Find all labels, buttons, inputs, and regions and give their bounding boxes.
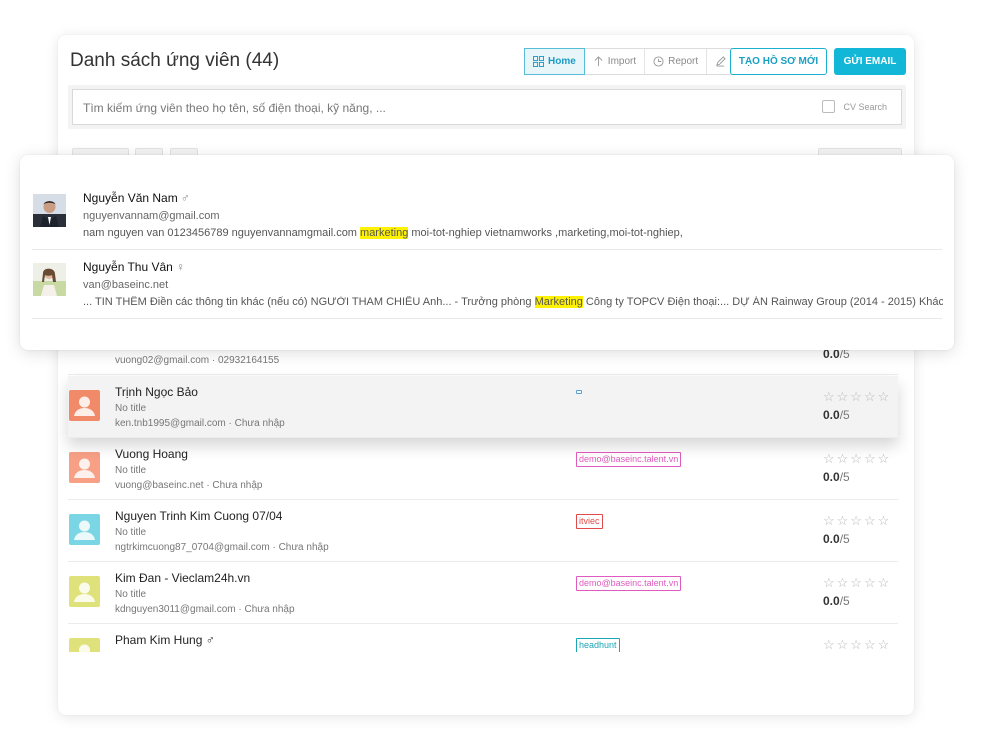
candidate-score: 0.0/5 — [823, 470, 850, 484]
search-placeholder: Tìm kiếm ứng viên theo họ tên, số điện t… — [83, 101, 386, 115]
candidate-title: No title — [115, 589, 147, 600]
rating-stars[interactable]: ☆☆☆☆☆ — [823, 451, 891, 467]
suggestion-name: Nguyễn Văn Nam ♂ — [83, 191, 190, 205]
search-suggestions-dropdown: Nguyễn Văn Nam ♂ nguyenvannam@gmail.com n… — [20, 155, 954, 350]
page-title: Danh sách ứng viên (44) — [70, 50, 280, 71]
avatar — [33, 194, 66, 227]
candidate-contact: kdnguyen3011@gmail.com · Chưa nhập — [115, 604, 295, 615]
pencil-icon — [716, 56, 726, 67]
source-tag: demo@baseinc.talent.vn — [576, 452, 682, 467]
avatar — [69, 514, 100, 545]
male-icon: ♂ — [180, 191, 190, 205]
table-row[interactable]: Vuong Hoang No title vuong@baseinc.net ·… — [68, 438, 898, 500]
avatar — [33, 263, 66, 296]
rating-stars[interactable]: ☆☆☆☆☆ — [823, 575, 891, 591]
report-label: Report — [668, 56, 699, 67]
table-row[interactable]: Kim Đan - Vieclam24h.vn No title kdnguye… — [68, 562, 898, 624]
candidate-name[interactable]: Kim Đan - Vieclam24h.vn — [115, 571, 250, 585]
avatar — [69, 576, 100, 607]
rating-stars[interactable]: ☆☆☆☆☆ — [823, 637, 891, 652]
suggestion-email: van@baseinc.net — [83, 279, 169, 291]
suggestion-name: Nguyễn Thu Vân ♀ — [83, 260, 185, 274]
candidate-contact: ken.tnb1995@gmail.com · Chưa nhập — [115, 418, 285, 429]
candidate-name[interactable]: Trịnh Ngọc Bảo — [115, 385, 198, 399]
female-icon: ♀ — [175, 260, 185, 274]
search-highlight: marketing — [360, 227, 409, 239]
candidate-title: No title — [115, 527, 147, 538]
avatar — [69, 638, 100, 652]
suggestion-snippet: ... TIN THÊM Điền các thông tin khác (nế… — [83, 296, 943, 308]
suggestion-email: nguyenvannam@gmail.com — [83, 210, 220, 222]
report-button[interactable]: Report — [645, 49, 708, 74]
search-bar: Tìm kiếm ứng viên theo họ tên, số điện t… — [68, 85, 906, 129]
source-tag: headhunt — [576, 638, 620, 652]
view-toolbar: Home Import Report — [524, 48, 736, 75]
source-tag: demo@baseinc.talent.vn — [576, 576, 682, 591]
candidate-name[interactable]: Nguyen Trinh Kim Cuong 07/04 — [115, 509, 282, 523]
table-row[interactable]: Nguyen Trinh Kim Cuong 07/04 No title ng… — [68, 500, 898, 562]
candidate-title: No title — [115, 403, 147, 414]
rating-stars[interactable]: ☆☆☆☆☆ — [823, 513, 891, 529]
search-highlight: Marketing — [534, 296, 583, 308]
create-profile-button[interactable]: TẠO HỒ SƠ MỚI — [730, 48, 827, 75]
table-row[interactable]: Pham Kim Hung ♂ headhunt ☆☆☆☆☆ — [68, 624, 898, 652]
import-label: Import — [607, 56, 637, 67]
cv-search-label: CV Search — [843, 102, 887, 112]
source-tag — [576, 390, 582, 394]
candidate-name[interactable]: Pham Kim Hung ♂ — [115, 633, 215, 647]
candidate-score: 0.0/5 — [823, 594, 850, 608]
cv-search-checkbox[interactable] — [822, 100, 835, 113]
import-button[interactable]: Import — [585, 49, 646, 74]
rating-stars[interactable]: ☆☆☆☆☆ — [823, 389, 891, 405]
candidate-list-panel: Danh sách ứng viên (44) Home Import Repo… — [58, 35, 914, 715]
grid-icon — [533, 56, 544, 67]
suggestion-item[interactable]: Nguyễn Văn Nam ♂ nguyenvannam@gmail.com n… — [32, 181, 942, 250]
candidate-score: 0.0/5 — [823, 408, 850, 422]
avatar — [69, 390, 100, 421]
candidate-title: No title — [115, 465, 147, 476]
source-tag: itviec — [576, 514, 603, 529]
home-label: Home — [548, 56, 576, 67]
send-email-button[interactable]: GỬI EMAIL — [834, 48, 906, 75]
candidate-contact: vuong02@gmail.com · 02932164155 — [115, 355, 280, 366]
clock-icon — [653, 56, 664, 67]
candidate-score: 0.0/5 — [823, 532, 850, 546]
suggestion-item[interactable]: Nguyễn Thu Vân ♀ van@baseinc.net ... TIN … — [32, 250, 943, 319]
avatar — [69, 452, 100, 483]
candidate-name[interactable]: Vuong Hoang — [115, 447, 188, 461]
candidate-contact: ngtrkimcuong87_0704@gmail.com · Chưa nhậ… — [115, 542, 329, 553]
arrow-up-icon — [594, 56, 603, 67]
candidate-contact: vuong@baseinc.net · Chưa nhập — [115, 480, 263, 491]
table-row[interactable]: Trịnh Ngọc Bảo No title ken.tnb1995@gmai… — [68, 376, 898, 438]
home-view-button[interactable]: Home — [524, 48, 585, 75]
suggestion-snippet: nam nguyen van 0123456789 nguyenvannamgm… — [83, 227, 683, 239]
search-input[interactable]: Tìm kiếm ứng viên theo họ tên, số điện t… — [72, 89, 902, 125]
